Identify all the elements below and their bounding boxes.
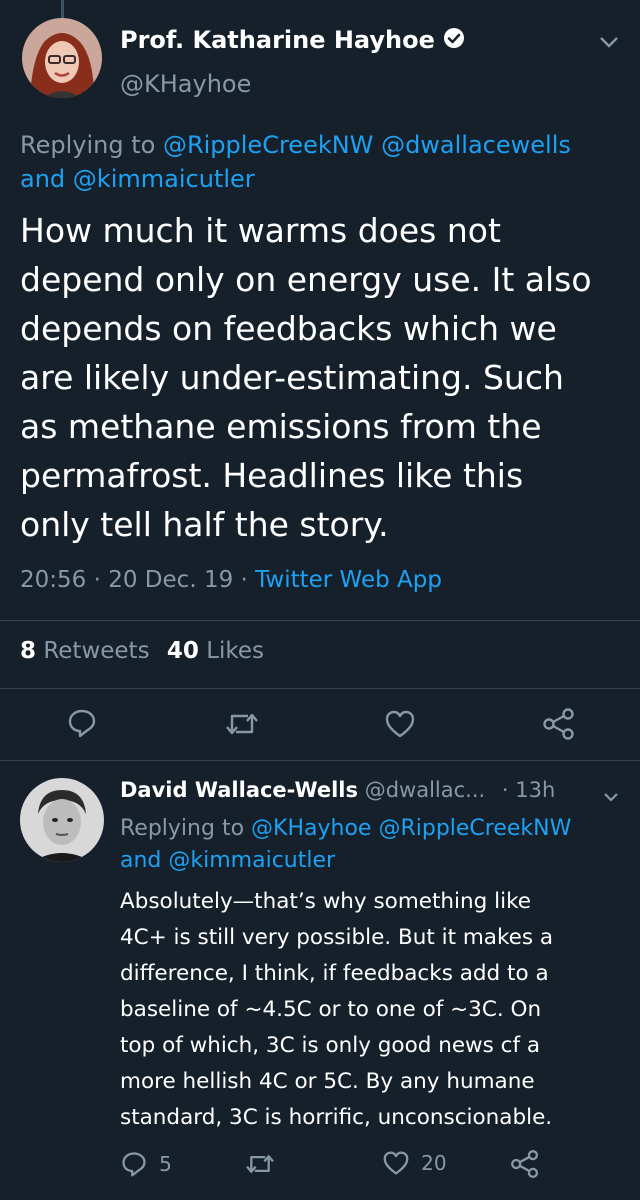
tweet-body-line: depend only on energy use. It also xyxy=(20,260,592,299)
like-count: 20 xyxy=(421,1151,447,1175)
replying-to-line: Replying to @RippleCreekNW @dwallacewell… xyxy=(20,128,620,196)
retweets-label: Retweets xyxy=(43,638,150,664)
tweet-body-line: only tell half the story. xyxy=(20,505,389,544)
likes-count: 40 xyxy=(166,638,199,664)
tweet-source[interactable]: Twitter Web App xyxy=(255,567,442,593)
thread-connector-line xyxy=(61,0,64,18)
display-name[interactable]: Prof. Katharine Hayhoe xyxy=(120,26,435,54)
avatar-photo xyxy=(20,778,104,862)
retweet-icon[interactable] xyxy=(244,1151,276,1177)
tweet-body-line: difference, I think, if feedbacks add to… xyxy=(120,961,549,986)
tweet-body: Absolutely—that’s why something like 4C+… xyxy=(120,884,635,1136)
display-name[interactable]: David Wallace-Wells xyxy=(120,778,358,802)
heart-icon xyxy=(382,1150,410,1176)
chevron-down-icon[interactable] xyxy=(598,34,620,53)
tweet-body-line: How much it warms does not xyxy=(20,211,501,250)
likes-stat[interactable]: 40 Likes xyxy=(167,638,264,664)
handle[interactable]: @KHayhoe xyxy=(120,70,251,98)
tweet-body-line: depends on feedbacks which we xyxy=(20,309,557,348)
divider xyxy=(0,620,640,621)
tweet-date[interactable]: 20 Dec. 19 xyxy=(108,567,233,593)
retweets-stat[interactable]: 8 Retweets xyxy=(20,638,157,664)
replying-to-line: Replying to @KHayhoe @RippleCreekNW and … xyxy=(120,813,630,877)
reply-header: David Wallace-Wells @dwallac... · 13h xyxy=(120,778,555,802)
tweet-body-line: baseline of ~4.5C or to one of ~3C. On xyxy=(120,997,542,1022)
tweet-age-value: 13h xyxy=(515,778,556,802)
mention-link[interactable]: @RippleCreekNW xyxy=(378,816,571,841)
timestamp-line: 20:56 · 20 Dec. 19 · Twitter Web App xyxy=(20,567,442,593)
reply-icon[interactable] xyxy=(66,707,98,739)
tweet-body-line: top of which, 3C is only good news cf a xyxy=(120,1033,541,1058)
avatar[interactable] xyxy=(20,778,104,862)
likes-label: Likes xyxy=(206,638,265,664)
retweets-count: 8 xyxy=(20,638,37,664)
tweet-body-line: are likely under-estimating. Such xyxy=(20,358,564,397)
heart-icon[interactable] xyxy=(384,709,416,739)
tweet-body-line: 4C+ is still very possible. But it makes… xyxy=(120,925,554,950)
replying-and: and xyxy=(20,165,66,193)
mention-link[interactable]: @kimmaicutler xyxy=(73,165,255,193)
chevron-down-icon[interactable] xyxy=(602,788,620,807)
divider xyxy=(0,688,640,689)
mention-link[interactable]: @kimmaicutler xyxy=(168,848,335,873)
tweet-body-line: as methane emissions from the xyxy=(20,407,542,446)
divider xyxy=(0,760,640,761)
tweet-body-line: standard, 3C is horrific, unconscionable… xyxy=(120,1105,553,1130)
retweet-icon[interactable] xyxy=(224,709,260,739)
replying-and: and xyxy=(120,848,162,873)
reply-button[interactable]: 5 xyxy=(120,1150,172,1178)
like-button[interactable]: 20 xyxy=(382,1150,447,1176)
replying-prefix: Replying to xyxy=(20,131,156,159)
share-icon[interactable] xyxy=(542,707,576,741)
tweet-body-line: permafrost. Headlines like this xyxy=(20,456,524,495)
replying-prefix: Replying to xyxy=(120,816,245,841)
tweet-body: How much it warms does not depend only o… xyxy=(20,206,630,549)
tweet-body-line: more hellish 4C or 5C. By any humane xyxy=(120,1069,535,1094)
tweet-body-line: Absolutely—that’s why something like xyxy=(120,889,531,914)
avatar[interactable] xyxy=(22,18,102,98)
reply-count: 5 xyxy=(159,1152,172,1176)
verified-badge-icon xyxy=(443,27,465,55)
reply-icon xyxy=(120,1150,148,1178)
mention-link[interactable]: @dwallacewells xyxy=(381,131,571,159)
avatar-photo xyxy=(22,18,102,98)
tweet-time[interactable]: 20:56 xyxy=(20,567,86,593)
share-icon[interactable] xyxy=(510,1149,540,1179)
mention-link[interactable]: @KHayhoe xyxy=(251,816,371,841)
engagement-stats: 8 Retweets 40 Likes xyxy=(20,638,264,664)
handle[interactable]: @dwallac... xyxy=(365,778,485,802)
mention-link[interactable]: @RippleCreekNW xyxy=(163,131,373,159)
tweet-age: · 13h xyxy=(501,778,556,802)
